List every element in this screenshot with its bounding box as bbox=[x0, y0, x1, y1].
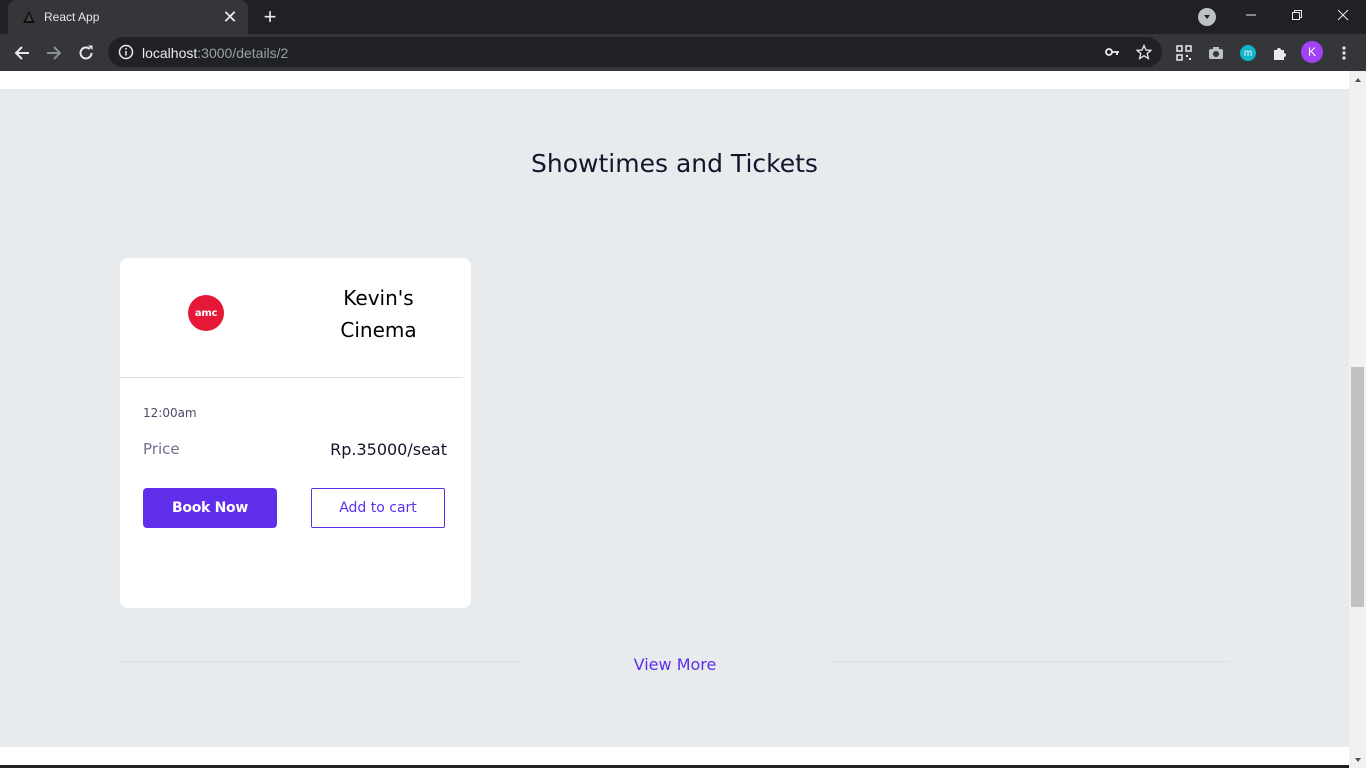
showtimes-section: Showtimes and Tickets amc Kevin's Cinema… bbox=[0, 89, 1349, 747]
address-bar[interactable]: localhost:3000/details/2 bbox=[108, 37, 1162, 67]
new-tab-button[interactable]: + bbox=[258, 4, 282, 29]
extension-m-label: m bbox=[1240, 45, 1256, 61]
page-scrollbar[interactable] bbox=[1349, 71, 1366, 768]
cinema-card-header: amc Kevin's Cinema bbox=[120, 258, 463, 378]
tab-close-icon[interactable]: ✕ bbox=[220, 7, 240, 27]
window-close-icon[interactable] bbox=[1320, 0, 1366, 30]
extensions-puzzle-icon[interactable] bbox=[1269, 42, 1291, 64]
extension-m-icon[interactable]: m bbox=[1237, 42, 1259, 64]
bookmark-star-icon[interactable] bbox=[1135, 43, 1153, 61]
book-now-button[interactable]: Book Now bbox=[143, 488, 277, 528]
cinema-name: Kevin's Cinema bbox=[340, 286, 417, 342]
tab-title: React App bbox=[44, 10, 100, 24]
scroll-thumb[interactable] bbox=[1351, 367, 1364, 607]
restore-icon[interactable] bbox=[1274, 0, 1320, 30]
site-info-icon[interactable] bbox=[118, 44, 134, 60]
key-icon[interactable] bbox=[1103, 43, 1121, 61]
cinema-card: amc Kevin's Cinema 12:00am Price Rp.3500… bbox=[120, 258, 471, 608]
browser-tab[interactable]: React App ✕ bbox=[8, 0, 248, 34]
cinema-logo: amc bbox=[188, 295, 224, 331]
add-to-cart-button[interactable]: Add to cart bbox=[311, 488, 445, 528]
showtime-slot[interactable]: 12:00am bbox=[143, 406, 197, 420]
page-viewport: Showtimes and Tickets amc Kevin's Cinema… bbox=[0, 71, 1349, 768]
price-label: Price bbox=[143, 440, 180, 458]
browser-toolbar: localhost:3000/details/2 m K bbox=[0, 34, 1366, 71]
minimize-icon[interactable] bbox=[1228, 0, 1274, 30]
tab-search-icon[interactable] bbox=[1198, 8, 1216, 26]
divider-left bbox=[120, 661, 520, 662]
reload-icon[interactable] bbox=[72, 39, 100, 67]
scroll-up-arrow-icon[interactable] bbox=[1349, 71, 1366, 88]
profile-avatar[interactable]: K bbox=[1301, 41, 1323, 63]
divider-right bbox=[830, 661, 1230, 662]
url-path: :3000/details/2 bbox=[197, 45, 289, 61]
browser-tab-bar: React App ✕ + bbox=[0, 0, 1366, 34]
scroll-down-arrow-icon[interactable] bbox=[1349, 751, 1366, 768]
qr-code-icon[interactable] bbox=[1173, 42, 1195, 64]
section-title: Showtimes and Tickets bbox=[531, 149, 818, 178]
view-more-link[interactable]: View More bbox=[520, 655, 830, 674]
forward-arrow-icon[interactable] bbox=[40, 39, 68, 67]
price-value: Rp.35000/seat bbox=[330, 440, 447, 459]
url-host: localhost bbox=[142, 45, 198, 61]
back-arrow-icon[interactable] bbox=[8, 39, 36, 67]
camera-icon[interactable] bbox=[1205, 42, 1227, 64]
url-text: localhost:3000/details/2 bbox=[142, 45, 288, 61]
react-app-favicon-icon bbox=[23, 11, 35, 23]
browser-menu-icon[interactable] bbox=[1333, 42, 1355, 64]
